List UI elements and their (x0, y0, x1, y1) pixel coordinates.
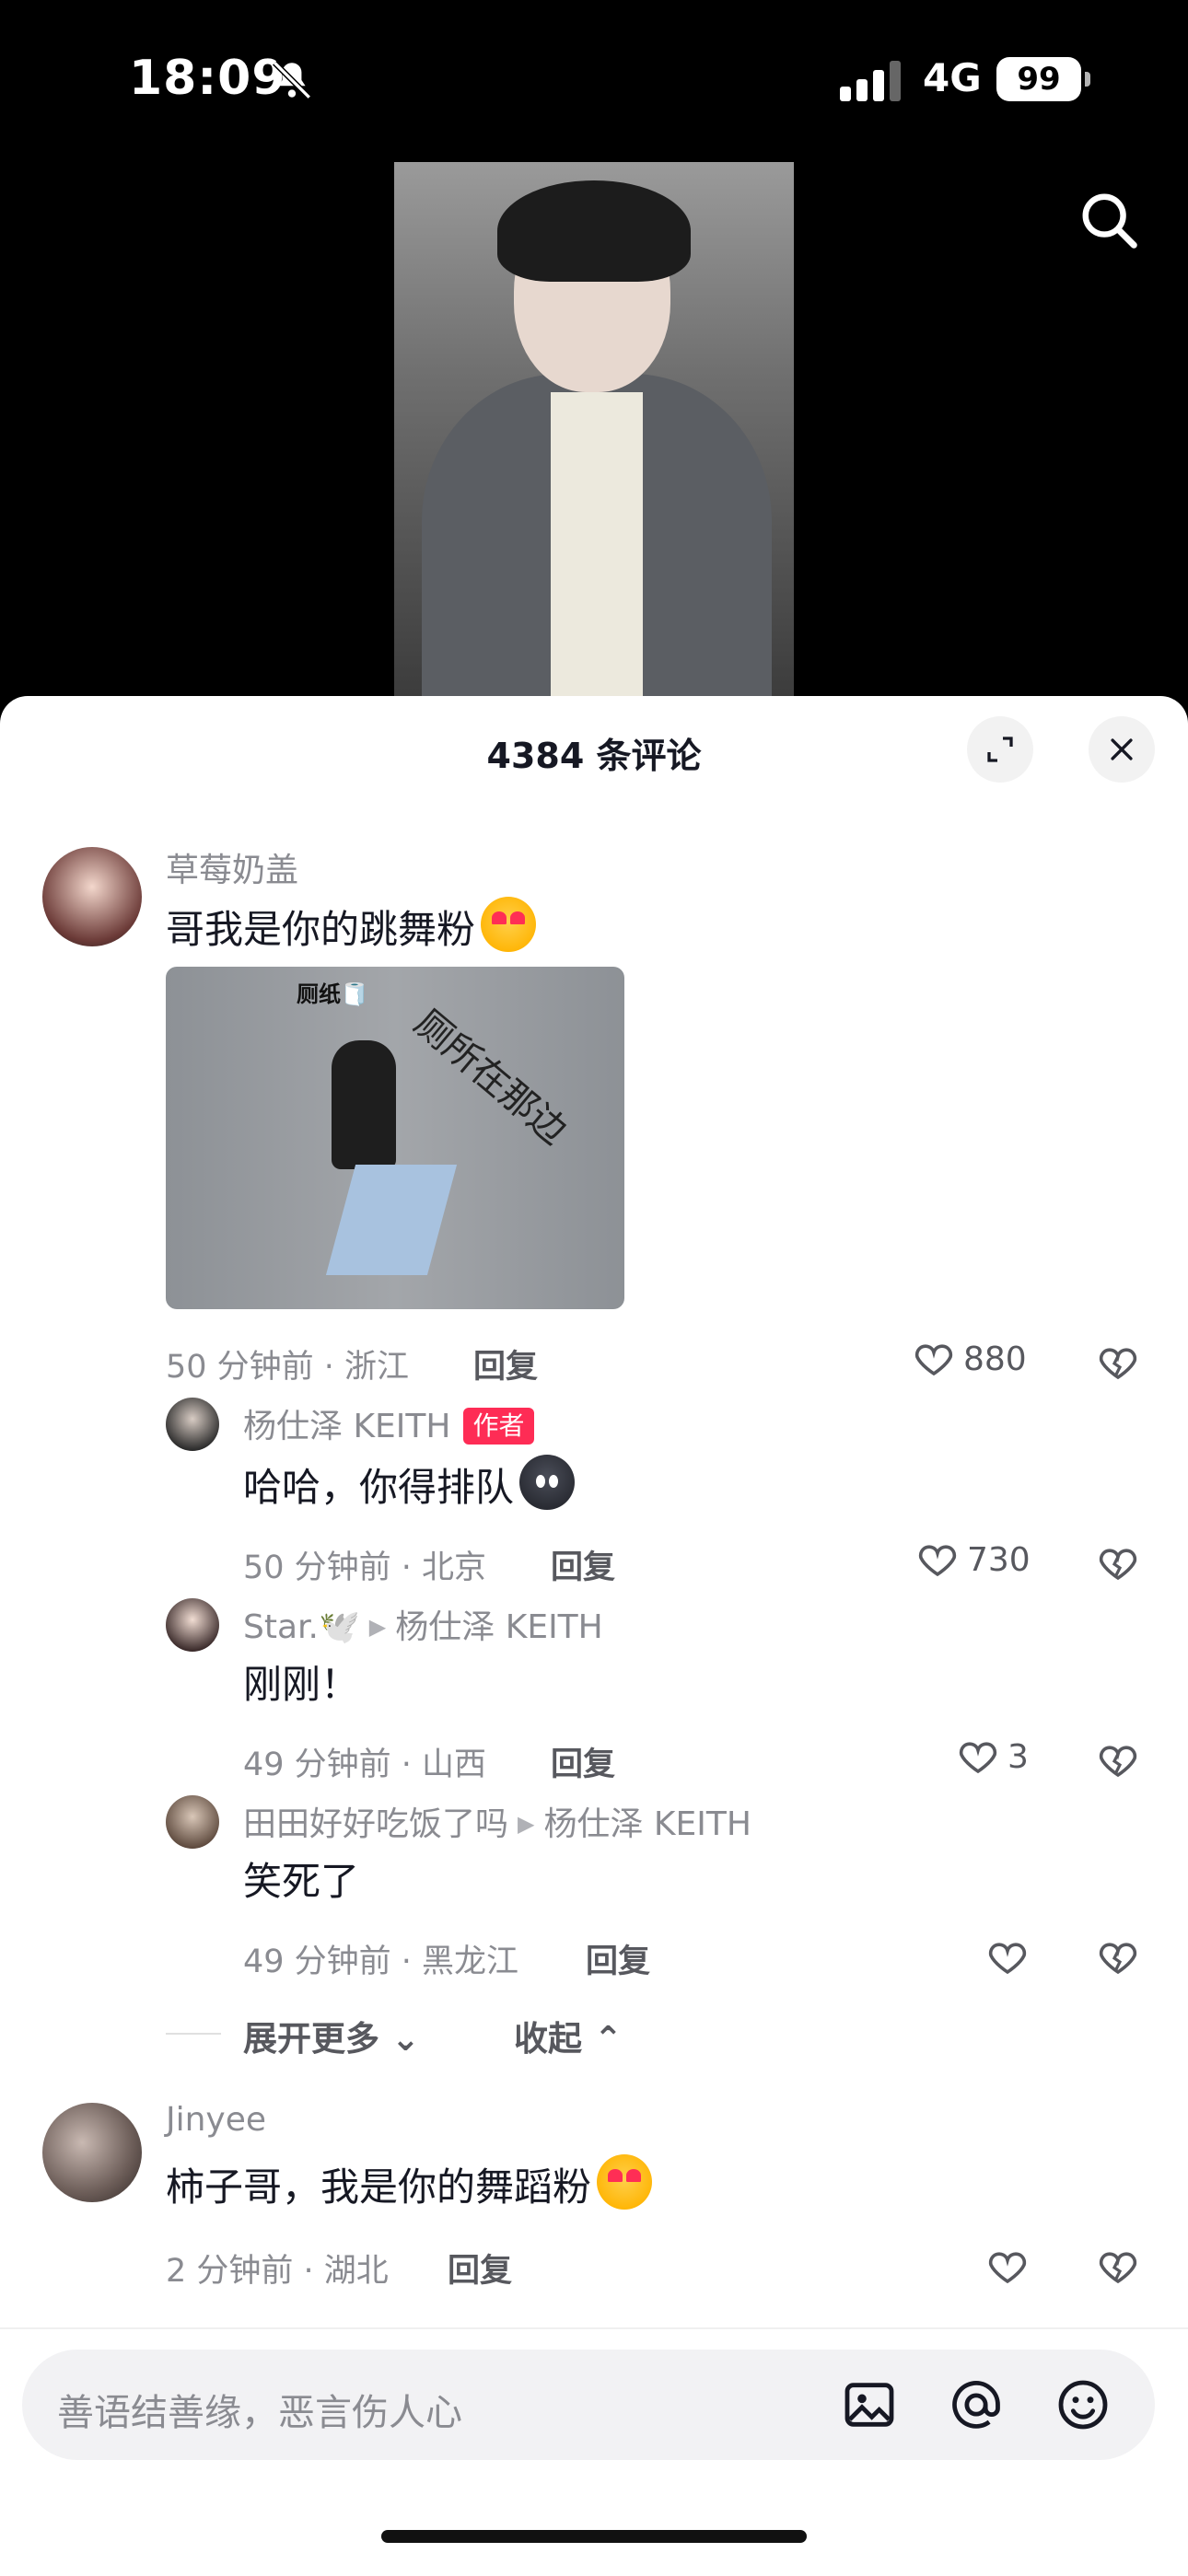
reply-username-text: 田田好好吃饭了吗 (243, 1805, 509, 1843)
avatar[interactable] (42, 2103, 142, 2202)
like-count: 730 (967, 1540, 1031, 1579)
like-count: 3 (1007, 1737, 1029, 1776)
emoji-icon[interactable] (1054, 2375, 1112, 2434)
battery-level: 99 (996, 57, 1081, 101)
close-panel-button[interactable] (1089, 716, 1155, 783)
like-button[interactable]: 880 (912, 1337, 1027, 1381)
divider (166, 2033, 221, 2035)
dark-face-emoji-icon (519, 1455, 576, 1510)
image-overlay-text: 厕所在那边 (406, 1002, 575, 1153)
status-time: 18:09 (129, 51, 286, 106)
like-count: 880 (963, 1340, 1027, 1378)
collapse-button[interactable]: 收起 ⌃ (514, 2011, 623, 2060)
reply-text-content: 哈哈，你得排队 (243, 1465, 515, 1510)
heart-icon[interactable] (985, 1935, 1030, 1979)
reply-text: 哈哈，你得排队 (243, 1455, 576, 1513)
broken-heart-icon[interactable] (1096, 1340, 1140, 1385)
comment-input-bar: 善语结善缘，恶言伤人心 (0, 2327, 1188, 2576)
search-icon[interactable] (1077, 189, 1142, 253)
reply-username[interactable]: 杨仕泽 KEITH 作者 (243, 1399, 534, 1447)
comment-text-content: 柿子哥，我是你的舞蹈粉 (166, 2164, 592, 2210)
comment-image[interactable]: 厕纸🧻 厕所在那边 (166, 967, 624, 1309)
reply-text: 刚刚！ (243, 1662, 360, 1707)
collapse-label: 收起 (514, 2019, 582, 2059)
video-player[interactable] (394, 162, 794, 698)
bell-muted-icon (273, 61, 311, 99)
signal-icon (840, 61, 901, 101)
like-button[interactable]: 3 (956, 1735, 1029, 1779)
image-sticker-text: 厕纸🧻 (297, 981, 368, 1007)
replies-toggle-row: 展开更多 ⌄ 收起 ⌃ (166, 2007, 718, 2062)
reply-username[interactable]: 田田好好吃饭了吗 ▶ 杨仕泽 KEITH (243, 1797, 751, 1845)
avatar[interactable] (42, 847, 142, 946)
status-bar: 18:09 4G 99 (0, 0, 1188, 157)
author-badge: 作者 (463, 1408, 534, 1445)
reply-arrow-icon: ▶ (368, 1614, 387, 1640)
network-type: 4G (923, 55, 982, 100)
mention-icon[interactable] (947, 2375, 1006, 2434)
home-indicator (381, 2530, 807, 2543)
like-button[interactable]: 730 (915, 1537, 1031, 1582)
reply-to-username[interactable]: 杨仕泽 KEITH (543, 1805, 751, 1843)
reply-button[interactable]: 回复 (473, 1340, 538, 1387)
reply-to-username[interactable]: 杨仕泽 KEITH (395, 1608, 602, 1646)
heart-icon (914, 1344, 953, 1376)
comment-text-content: 哥我是你的跳舞粉 (166, 907, 476, 952)
expand-more-label: 展开更多 (243, 2019, 379, 2059)
reply-button[interactable]: 回复 (551, 1541, 615, 1588)
heart-eyes-emoji-icon (597, 2154, 653, 2210)
battery-tip (1085, 72, 1090, 87)
expand-panel-button[interactable] (967, 716, 1033, 783)
reply-button[interactable]: 回复 (586, 1935, 650, 1982)
reply-time-location: 50 分钟前 · 北京 (243, 1549, 487, 1586)
heart-icon (959, 1742, 997, 1774)
reply-time-location: 49 分钟前 · 黑龙江 (243, 1944, 519, 1980)
reply-username[interactable]: Star.🕊️ ▶ 杨仕泽 KEITH (243, 1600, 603, 1648)
reply-username-text: 杨仕泽 KEITH (243, 1408, 451, 1445)
reply-time-location: 49 分钟前 · 山西 (243, 1746, 487, 1783)
comment-text: 哥我是你的跳舞粉 (166, 897, 537, 955)
avatar[interactable] (166, 1795, 219, 1849)
comment-input[interactable]: 善语结善缘，恶言伤人心 (22, 2350, 1155, 2460)
comment-text: 柿子哥，我是你的舞蹈粉 (166, 2154, 653, 2212)
image-figure (332, 1040, 396, 1169)
avatar[interactable] (166, 1398, 219, 1451)
comment-time-location: 50 分钟前 · 浙江 (166, 1349, 410, 1386)
broken-heart-icon[interactable] (1096, 1738, 1140, 1782)
reply-button[interactable]: 回复 (448, 2245, 512, 2292)
comment-username[interactable]: Jinyee (166, 2101, 266, 2139)
video-figure-shirt (551, 392, 643, 698)
reply-arrow-icon: ▶ (518, 1811, 535, 1837)
broken-heart-icon[interactable] (1096, 1935, 1140, 1979)
reply-button[interactable]: 回复 (551, 1738, 615, 1785)
heart-eyes-emoji-icon (481, 897, 537, 952)
comment-username[interactable]: 草莓奶盖 (166, 843, 298, 891)
broken-heart-icon[interactable] (1096, 1541, 1140, 1585)
reply-username-text: Star.🕊️ (243, 1608, 360, 1646)
heart-icon (918, 1545, 957, 1577)
image-figure-pants (325, 1165, 458, 1275)
video-figure-hair (497, 180, 691, 282)
reply-text: 笑死了 (243, 1859, 360, 1904)
expand-more-button[interactable]: 展开更多 ⌄ (243, 2011, 420, 2060)
broken-heart-icon[interactable] (1096, 2245, 1140, 2289)
close-icon (1111, 738, 1133, 760)
avatar[interactable] (166, 1598, 219, 1652)
chevron-up-icon: ⌃ (593, 2019, 623, 2059)
image-icon[interactable] (840, 2375, 899, 2434)
chevron-down-icon: ⌄ (390, 2019, 420, 2059)
expand-icon (987, 737, 1013, 762)
heart-icon[interactable] (985, 2245, 1030, 2289)
comment-panel: 4384 条评论 草莓奶盖 哥我是你的跳舞粉 厕纸🧻 厕所在那边 50 分钟前 … (0, 696, 1188, 2576)
comment-time-location: 2 分钟前 · 湖北 (166, 2253, 389, 2290)
comment-input-placeholder: 善语结善缘，恶言伤人心 (57, 2392, 462, 2434)
